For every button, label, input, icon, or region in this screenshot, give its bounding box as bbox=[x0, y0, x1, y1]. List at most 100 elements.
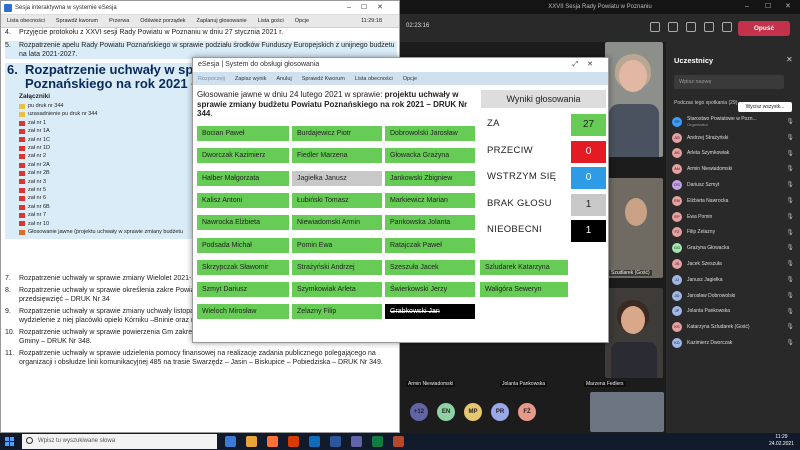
taskbar-app-icon[interactable] bbox=[372, 436, 383, 447]
participant-avatar[interactable]: +12 bbox=[410, 403, 428, 421]
voter-chip: Kalisz Antoni bbox=[197, 192, 289, 208]
voting-menu-item[interactable]: Lista obecności bbox=[355, 76, 393, 82]
voter-chip: Głowacka Grażyna bbox=[385, 148, 475, 164]
reactions-icon[interactable] bbox=[686, 22, 696, 32]
video-tile[interactable]: Szudlarek (Gość) bbox=[605, 178, 663, 278]
result-label: NIEOBECNI bbox=[487, 224, 542, 235]
participant-search-input[interactable]: Wpisz nazwę bbox=[674, 75, 784, 89]
participant-avatar[interactable]: PR bbox=[491, 403, 509, 421]
taskbar-search-input[interactable]: Wpisz tu wyszukiwane słowa bbox=[22, 434, 217, 449]
camera-icon[interactable] bbox=[722, 22, 732, 32]
participant-row[interactable]: GG Grażyna Głowacka 🎙 bbox=[672, 240, 798, 256]
agenda-item[interactable]: 11. Rozpatrzenie uchwały w sprawie udziel… bbox=[5, 349, 397, 367]
window-controls[interactable]: ⤢✕ bbox=[573, 58, 602, 72]
voting-menu-item[interactable]: Sprawdź Kworum bbox=[302, 76, 345, 82]
voting-menu-item[interactable]: Rozpoczęij bbox=[198, 76, 225, 82]
participant-row[interactable]: JJ Janusz Jagiełka 🎙 bbox=[672, 272, 798, 288]
app-icon bbox=[4, 4, 12, 12]
participant-row[interactable]: SP Starostwo Powiatowe w Pozn... Organizat… bbox=[672, 114, 798, 130]
participant-row[interactable]: AS Andrzej Strażyński 🎙 bbox=[672, 130, 798, 146]
chat-icon[interactable] bbox=[668, 22, 678, 32]
voting-menu-item[interactable]: Opcje bbox=[403, 76, 417, 82]
participant-row[interactable]: JS Jacek Szeszuła 🎙 bbox=[672, 256, 798, 272]
result-row: WSTRZYM SIĘ 0 bbox=[481, 167, 606, 189]
start-icon[interactable] bbox=[5, 437, 14, 446]
participant-name: Katarzyna Szludarek (Gość) bbox=[687, 324, 783, 330]
voting-menu-item[interactable]: Zapisz wynik bbox=[235, 76, 266, 82]
taskbar-clock[interactable]: 11:29 24.02.2021 bbox=[769, 434, 794, 448]
avatar: AS bbox=[672, 132, 682, 143]
leave-button[interactable]: Opuść bbox=[738, 21, 790, 36]
participant-row[interactable]: DS Dariusz Szmyt 🎙 bbox=[672, 177, 798, 193]
video-tile[interactable] bbox=[605, 42, 663, 157]
mic-muted-icon: 🎙 bbox=[786, 229, 794, 236]
agenda-menu-item[interactable]: Lista gości bbox=[258, 18, 284, 24]
agenda-menu-item[interactable]: Sprawdź kworum bbox=[56, 18, 98, 24]
maximize-icon[interactable]: ☐ bbox=[765, 0, 771, 14]
video-tile[interactable] bbox=[605, 288, 663, 378]
participant-row[interactable]: KD Kazimierz Dworczak 🎙 bbox=[672, 335, 798, 351]
participant-row[interactable]: KS Katarzyna Szludarek (Gość) 🎙 bbox=[672, 319, 798, 335]
results-title: Wyniki głosowania bbox=[481, 90, 606, 108]
voting-menu-item[interactable]: Anuluj bbox=[276, 76, 291, 82]
voter-chip: Skrzypczak Sławomir bbox=[197, 259, 289, 275]
participant-name: Janusz Jagiełka bbox=[687, 277, 783, 283]
participant-row[interactable]: AS Arleta Szymkowiak 🎙 bbox=[672, 146, 798, 162]
participants-title: Uczestnicy bbox=[674, 56, 714, 65]
mic-muted-icon: 🎙 bbox=[786, 197, 794, 204]
participant-row[interactable]: JD Jarosław Dobrowolski 🎙 bbox=[672, 288, 798, 304]
search-icon bbox=[26, 437, 33, 444]
agenda-item[interactable]: 4. Przyjęcie protokołu z XXVI sesji Rady… bbox=[5, 28, 397, 37]
participant-name-text: Kazimierz Dworczak bbox=[687, 340, 733, 347]
attachment-label: zał nr 2 bbox=[28, 153, 47, 160]
agenda-menu-item[interactable]: Zaplanuj głosowanie bbox=[197, 18, 247, 24]
minimize-icon[interactable]: – bbox=[745, 0, 749, 14]
mute-all-button[interactable]: Wycisz wszystk... bbox=[738, 102, 792, 112]
participant-row[interactable]: FŻ Filip Żelazny 🎙 bbox=[672, 225, 798, 241]
avatar: JS bbox=[672, 259, 682, 270]
attachment-label: zał nr 1 bbox=[28, 119, 47, 126]
folder-icon bbox=[19, 103, 25, 109]
participant-row[interactable]: EN Elżbieta Nawrocka 🎙 bbox=[672, 193, 798, 209]
participant-name: Andrzej Strażyński bbox=[687, 135, 783, 141]
video-tile-label: Marzena Fedlers bbox=[584, 381, 626, 387]
voter-chip: Żelazny Filip bbox=[292, 304, 382, 320]
taskbar-app-icon[interactable] bbox=[246, 436, 257, 447]
participant-row[interactable]: AN Armin Niewiadomski 🎙 bbox=[672, 161, 798, 177]
participants-icon[interactable] bbox=[650, 22, 660, 32]
taskbar-app-icon[interactable] bbox=[225, 436, 236, 447]
voter-chip: Grabkowski Jan bbox=[385, 304, 475, 320]
taskbar-app-icon[interactable] bbox=[330, 436, 341, 447]
agenda-menu-item[interactable]: Opcje bbox=[295, 18, 309, 24]
window-controls[interactable]: –☐✕ bbox=[347, 1, 393, 15]
participant-name: Jarosław Dobrowolski bbox=[687, 293, 783, 299]
attachment-label: pu druk nr 344 bbox=[28, 103, 64, 109]
mic-muted-icon: 🎙 bbox=[786, 308, 794, 315]
taskbar-app-icon[interactable] bbox=[393, 436, 404, 447]
participant-avatar[interactable]: FŻ bbox=[518, 403, 536, 421]
participant-row[interactable]: EP Ewa Pomin 🎙 bbox=[672, 209, 798, 225]
agenda-menu-item[interactable]: Odśwież porządek bbox=[140, 18, 185, 24]
taskbar-app-icon[interactable] bbox=[309, 436, 320, 447]
pdf-icon bbox=[19, 221, 25, 227]
taskbar-app-icon[interactable] bbox=[288, 436, 299, 447]
mute-all-label: Wycisz wszystk... bbox=[745, 104, 785, 110]
more-options-icon[interactable] bbox=[704, 22, 714, 32]
clock-date: 24.02.2021 bbox=[768, 441, 794, 447]
pdf-icon bbox=[19, 137, 25, 143]
participant-name: Ewa Pomin bbox=[687, 214, 783, 220]
participant-row[interactable]: JP Jolanta Pankowska 🎙 bbox=[672, 304, 798, 320]
pdf-icon bbox=[19, 145, 25, 151]
taskbar-app-icon[interactable] bbox=[267, 436, 278, 447]
close-panel-icon[interactable]: ✕ bbox=[786, 55, 793, 64]
participant-name-text: Jacek Szeszuła bbox=[687, 261, 722, 268]
participant-avatar[interactable]: MP bbox=[464, 403, 482, 421]
close-icon[interactable]: ✕ bbox=[785, 0, 791, 14]
voter-chip: Halber Małgorzata bbox=[197, 170, 289, 186]
taskbar-app-icon[interactable] bbox=[351, 436, 362, 447]
self-video-tile[interactable] bbox=[590, 392, 664, 432]
vote-subject: Głosowanie jawne w dniu 24 lutego 2021 w… bbox=[197, 90, 468, 118]
agenda-menu-item[interactable]: Lista obecności bbox=[7, 18, 45, 24]
participant-avatar[interactable]: EN bbox=[437, 403, 455, 421]
agenda-menu-item[interactable]: Przerwa bbox=[109, 18, 129, 24]
